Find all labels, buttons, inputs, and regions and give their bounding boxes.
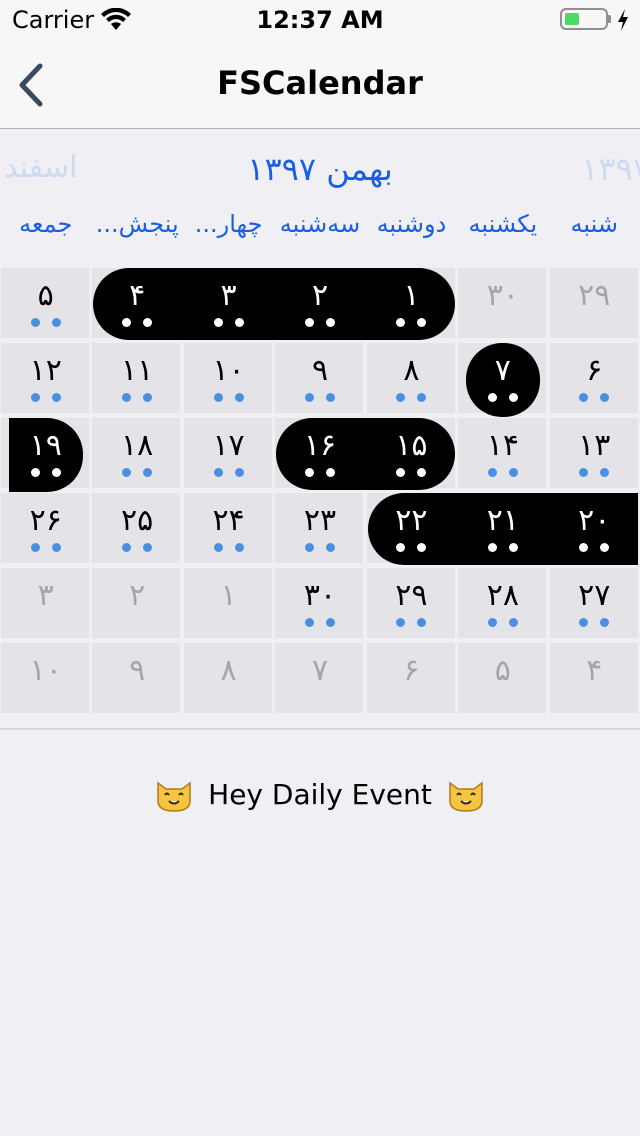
day-number: ۸ (403, 353, 420, 388)
header-previous-month[interactable]: اسفند (4, 150, 77, 185)
weekday-label: دوشنبه (376, 210, 447, 238)
day-number: ۲۴ (212, 503, 245, 538)
event-dots (305, 543, 335, 553)
event-dots (122, 543, 153, 553)
day-number: ۸ (220, 653, 237, 688)
event-dots (30, 393, 61, 403)
day-number: ۳ (220, 278, 237, 313)
day-number: ۲ (129, 578, 146, 613)
event-dots (487, 618, 518, 628)
event-dots (579, 468, 610, 478)
day-number: ۳ (37, 578, 54, 613)
event-dots (305, 393, 335, 403)
day-number: ۱۴ (486, 428, 519, 463)
day-number: ۱۶ (303, 428, 337, 463)
day-number: ۶ (403, 653, 420, 688)
event-dots (487, 468, 518, 478)
charging-bolt-icon (618, 9, 628, 31)
event-dots (396, 543, 427, 553)
event-dots (579, 393, 610, 403)
clock: 12:37 AM (256, 6, 384, 34)
event-dots (30, 318, 61, 328)
cat-face-icon (157, 781, 191, 812)
day-number: ۴ (129, 278, 146, 313)
event-dots (213, 393, 244, 403)
day-number: ۱۱ (121, 353, 154, 388)
event-dots (213, 318, 244, 328)
event-dots (396, 618, 427, 628)
day-number: ۶ (586, 353, 603, 388)
day-number: ۷ (311, 653, 329, 688)
day-number: ۲۸ (486, 578, 519, 613)
event-dots (396, 468, 427, 478)
weekday-label: جمعه (19, 210, 73, 238)
day-number: ۹ (311, 353, 329, 388)
weekday-label: چهار... (194, 210, 263, 238)
day-number: ۱۲ (29, 353, 62, 388)
day-number: ۲۲ (395, 503, 428, 538)
event-dots (30, 543, 61, 553)
day-number: ۱۰ (212, 353, 245, 388)
battery-tip (608, 15, 611, 23)
event-dots (305, 618, 335, 628)
day-number: ۲۰ (578, 503, 611, 538)
calendar-header[interactable]: ۱۳۹۷ بهمن ۱۳۹۷ اسفند (0, 128, 640, 204)
day-number: ۱۵ (395, 428, 428, 463)
day-number: ۱ (403, 278, 420, 313)
day-number: ۲۱ (486, 503, 519, 538)
day-number: ۲۷ (578, 578, 611, 613)
event-dots (396, 318, 427, 328)
event-banner: Hey Daily Event (0, 778, 640, 813)
day-number: ۴ (586, 653, 603, 688)
navigation-bar: FSCalendar (0, 40, 640, 129)
day-number: ۱۰ (29, 653, 62, 688)
event-label: Hey Daily Event (208, 778, 432, 811)
day-number: ۷ (494, 353, 511, 388)
day-number: ۳۰ (486, 278, 519, 313)
day-number: ۱۹ (29, 428, 62, 463)
day-number: ۱۳ (578, 428, 611, 463)
event-dots (213, 468, 244, 478)
day-number: ۲۹ (395, 578, 428, 613)
battery-icon (560, 8, 608, 30)
day-number: ۲۳ (303, 503, 337, 538)
event-dots (30, 468, 61, 478)
day-number: ۱۷ (212, 428, 245, 463)
weekday-row: شنبه یکشنبه دوشنبه سه‌شنبه چهار... پنجش.… (0, 210, 640, 260)
weekday-label: شنبه (570, 210, 619, 238)
event-dots (305, 318, 335, 328)
status-bar: Carrier 12:37 AM (0, 0, 640, 40)
event-dots (579, 618, 610, 628)
event-dots (122, 468, 153, 478)
nav-title: FSCalendar (217, 64, 423, 102)
header-current-month: بهمن ۱۳۹۷ (247, 150, 393, 188)
day-number: ۲۹ (578, 278, 611, 313)
day-number: ۱ (220, 578, 237, 613)
day-number: ۲ (311, 278, 329, 313)
day-number: ۵ (494, 653, 511, 688)
event-dots (213, 543, 244, 553)
weekday-label: یکشنبه (468, 210, 538, 238)
event-dots (487, 543, 518, 553)
event-dots (487, 393, 518, 403)
event-dots (122, 318, 153, 328)
day-number: ۳۰ (303, 578, 337, 613)
event-dots (396, 393, 427, 403)
event-dots (305, 468, 335, 478)
weekday-label: پنجش... (95, 210, 179, 238)
day-number: ۱۸ (121, 428, 154, 463)
day-number: ۵ (37, 278, 54, 313)
divider (0, 728, 640, 730)
event-dots (579, 543, 610, 553)
cat-face-icon (449, 781, 483, 812)
day-number: ۹ (129, 653, 146, 688)
weekday-label: سه‌شنبه (279, 210, 361, 238)
day-number: ۲۵ (121, 503, 154, 538)
event-dots (122, 393, 153, 403)
calendar-grid: ۲۹ ۳۰ ۱ ۲ ۳ ۴ ۵ ۶ ۷ ۸ ۹ ۱۰ ۱۱ ۱۲ ۱۳ ۱۴ ۱۵ ۱۶ ۱۷ ۱۸ ۱۹ ۲۰ ۲۱ ۲۲ ۲… (0, 268, 640, 718)
day-number: ۲۶ (29, 503, 62, 538)
